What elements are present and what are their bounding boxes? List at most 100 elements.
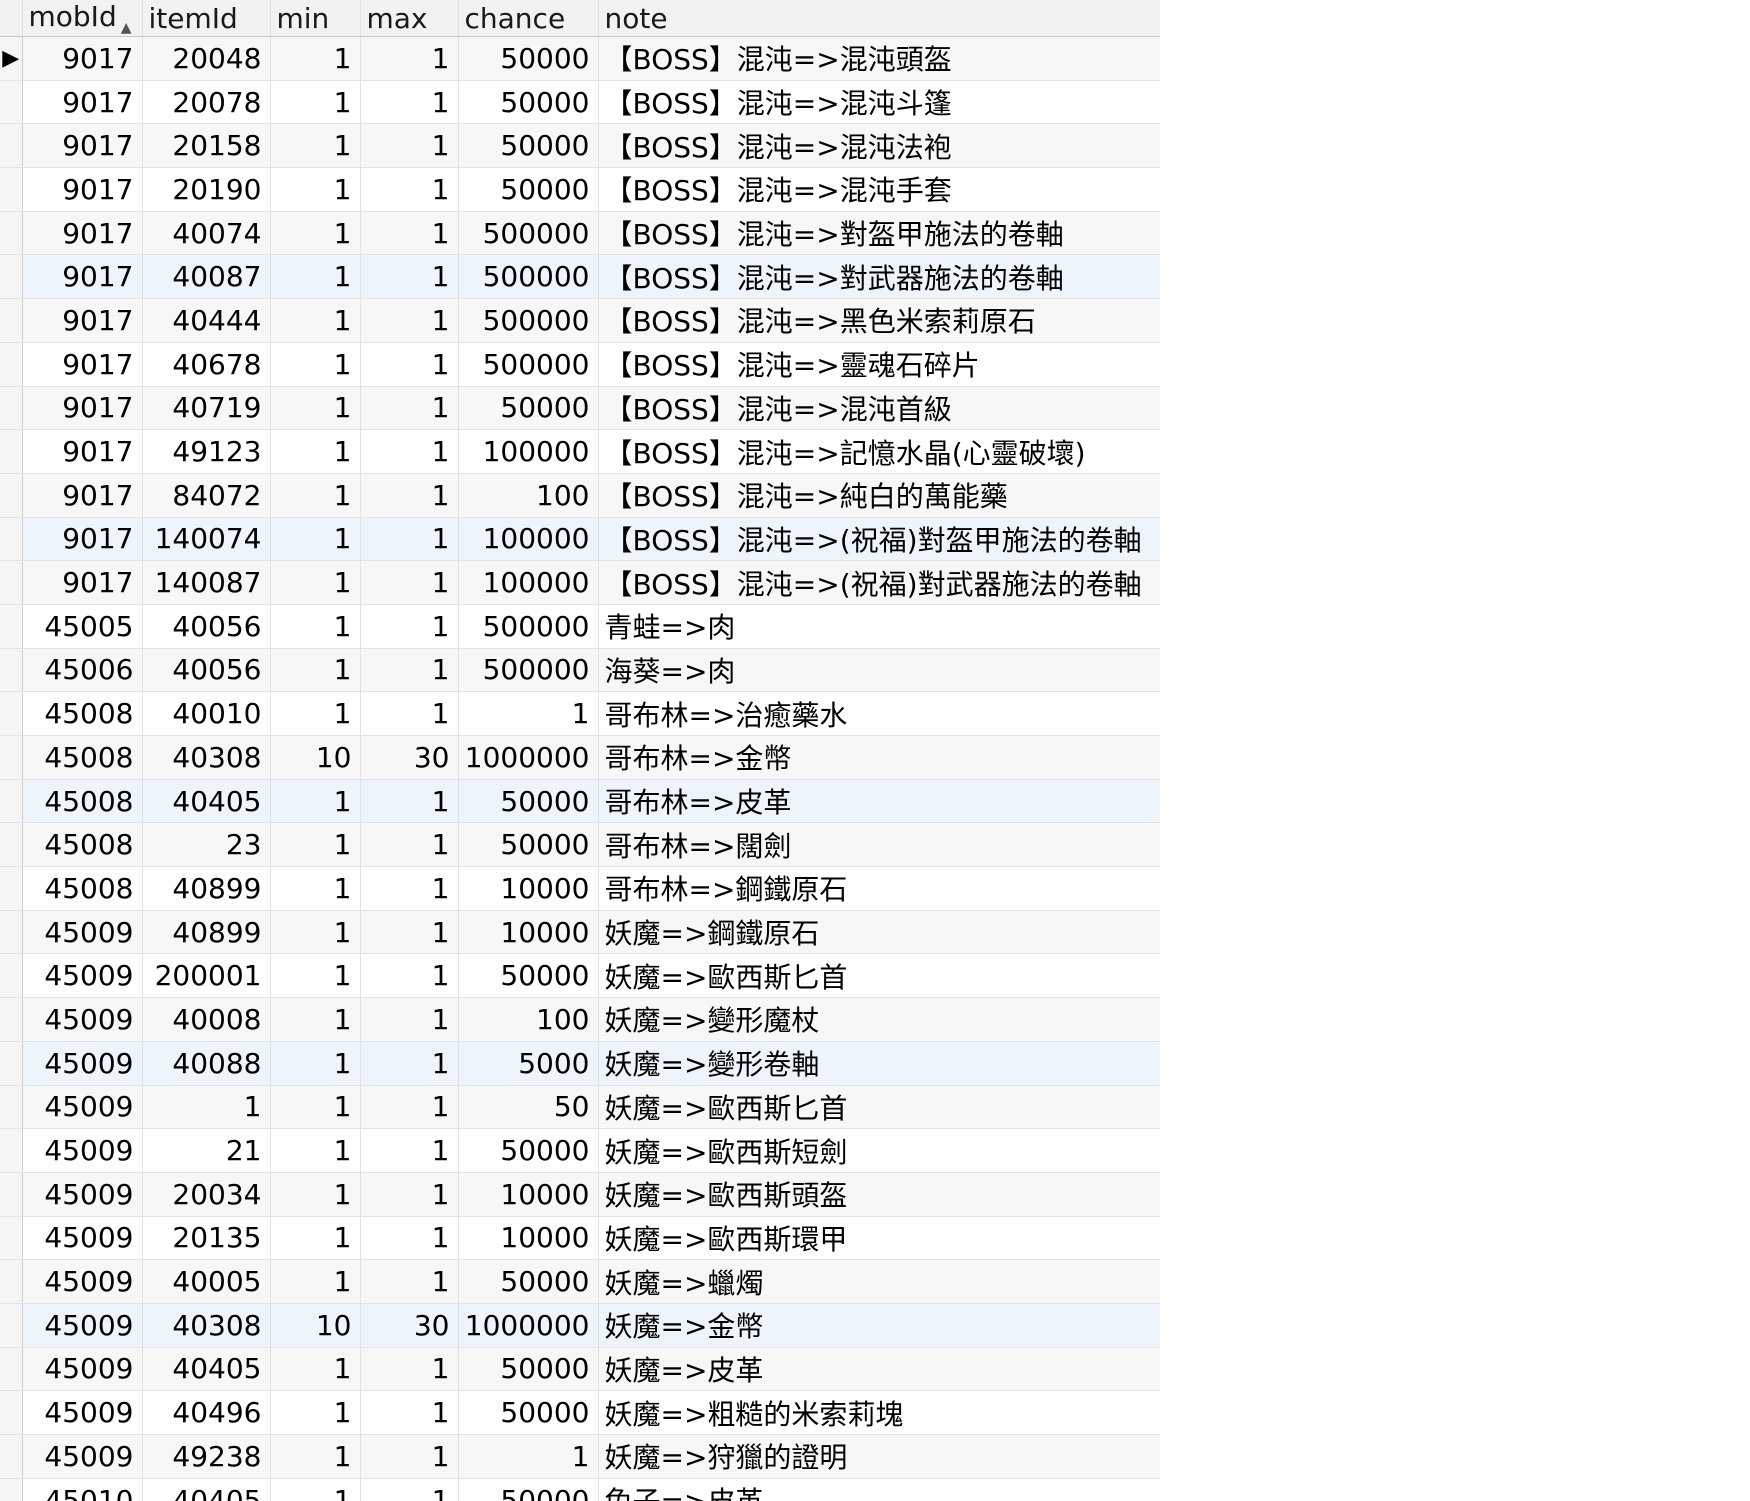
table-row[interactable]: 9017 40444 1 1 500000 【BOSS】混沌=>黑色米索莉原石: [0, 298, 1160, 343]
cell-chance[interactable]: 10000: [458, 910, 599, 955]
cell-note[interactable]: 【BOSS】混沌=>混沌手套: [598, 167, 1160, 212]
row-selector[interactable]: [0, 1172, 23, 1217]
row-selector[interactable]: [0, 254, 23, 300]
cell-note[interactable]: 【BOSS】混沌=>混沌首級: [598, 386, 1160, 431]
cell-chance[interactable]: 50000: [458, 386, 599, 431]
table-row[interactable]: 45010404051150000兔子=>皮革: [0, 1478, 1160, 1501]
row-selector[interactable]: [0, 429, 23, 474]
row-selector[interactable]: [0, 1216, 23, 1261]
cell-max[interactable]: 1: [360, 691, 459, 736]
cell-min[interactable]: 1: [270, 1259, 361, 1304]
table-row[interactable]: 45009 20135 1 1 10000 妖魔=>歐西斯環甲: [0, 1216, 1160, 1261]
cell-itemid[interactable]: 21: [142, 1128, 271, 1173]
table-row[interactable]: 45009 40308 10 30 1000000 妖魔=>金幣: [0, 1303, 1160, 1348]
table-row[interactable]: 9017 140074 1 1 100000 【BOSS】混沌=>(祝福)對盔甲施法的卷軸: [0, 517, 1160, 562]
cell-note[interactable]: 妖魔=>皮革: [598, 1347, 1160, 1392]
cell-itemid[interactable]: 1: [142, 1085, 271, 1130]
table-row[interactable]: 45006 40056 1 1 500000 海葵=>肉: [0, 648, 1160, 693]
cell-max[interactable]: 1: [360, 953, 459, 999]
cell-max[interactable]: 1: [360, 123, 459, 169]
cell-min[interactable]: 1: [270, 36, 361, 81]
table-row[interactable]: 45009 49238 1 1 1 妖魔=>狩獵的證明: [0, 1434, 1160, 1479]
row-selector[interactable]: [0, 648, 23, 693]
row-selector[interactable]: [0, 211, 23, 256]
cell-note[interactable]: 妖魔=>金幣: [598, 1303, 1160, 1348]
cell-mobid[interactable]: 45009: [22, 1347, 143, 1392]
table-row[interactable]: 9017 40678 1 1 500000 【BOSS】混沌=>靈魂石碎片: [0, 342, 1160, 387]
table-row[interactable]: 45009 40405 1 1 50000 妖魔=>皮革: [0, 1347, 1160, 1392]
cell-min[interactable]: 1: [270, 822, 361, 868]
cell-mobid[interactable]: 45009: [22, 997, 143, 1042]
cell-itemid[interactable]: 49123: [142, 429, 271, 474]
cell-note[interactable]: 哥布林=>闊劍: [598, 822, 1160, 868]
cell-mobid[interactable]: 9017: [22, 254, 143, 300]
cell-max[interactable]: 1: [360, 997, 459, 1042]
cell-max[interactable]: 1: [360, 604, 459, 649]
cell-min[interactable]: 1: [270, 473, 361, 518]
cell-chance[interactable]: 100000: [458, 560, 599, 605]
cell-chance[interactable]: 50000: [458, 123, 599, 169]
row-selector[interactable]: [0, 1390, 23, 1435]
cell-min[interactable]: 1: [270, 1216, 361, 1261]
cell-itemid[interactable]: 40056: [142, 604, 271, 649]
cell-mobid[interactable]: 9017: [22, 386, 143, 431]
cell-note[interactable]: 【BOSS】混沌=>黑色米索莉原石: [598, 298, 1160, 343]
cell-min[interactable]: 1: [270, 342, 361, 387]
cell-note[interactable]: 【BOSS】混沌=>混沌頭盔: [598, 36, 1160, 81]
cell-itemid[interactable]: 40308: [142, 735, 271, 780]
cell-max[interactable]: 1: [360, 429, 459, 474]
row-selector[interactable]: [0, 1303, 23, 1348]
cell-itemid[interactable]: 40678: [142, 342, 271, 387]
cell-min[interactable]: 1: [270, 1347, 361, 1392]
cell-min[interactable]: 1: [270, 298, 361, 343]
cell-note[interactable]: 哥布林=>皮革: [598, 779, 1160, 824]
cell-note[interactable]: 【BOSS】混沌=>對盔甲施法的卷軸: [598, 211, 1160, 256]
cell-mobid[interactable]: 45009: [22, 1303, 143, 1348]
cell-itemid[interactable]: 20158: [142, 123, 271, 169]
row-selector[interactable]: [0, 1085, 23, 1130]
cell-mobid[interactable]: 45009: [22, 1216, 143, 1261]
row-selector[interactable]: [0, 779, 23, 824]
cell-itemid[interactable]: 20034: [142, 1172, 271, 1217]
cell-itemid[interactable]: 40308: [142, 1303, 271, 1348]
cell-itemid[interactable]: 40088: [142, 1041, 271, 1086]
cell-max[interactable]: 1: [360, 822, 459, 868]
cell-note[interactable]: 妖魔=>蠟燭: [598, 1259, 1160, 1304]
cell-mobid[interactable]: 9017: [22, 211, 143, 256]
column-header-max[interactable]: max: [360, 0, 459, 37]
row-selector[interactable]: [0, 298, 23, 343]
cell-note[interactable]: 妖魔=>歐西斯匕首: [598, 1085, 1160, 1130]
cell-itemid[interactable]: 40056: [142, 648, 271, 693]
cell-note[interactable]: 哥布林=>鋼鐵原石: [598, 866, 1160, 911]
cell-mobid[interactable]: 45008: [22, 735, 143, 780]
column-header-chance[interactable]: chance: [458, 0, 599, 37]
table-row[interactable]: 45008 23 1 1 50000 哥布林=>闊劍: [0, 822, 1160, 868]
cell-itemid[interactable]: 84072: [142, 473, 271, 518]
row-selector[interactable]: [0, 691, 23, 736]
cell-itemid[interactable]: 23: [142, 822, 271, 868]
table-row[interactable]: 45009 21 1 1 50000 妖魔=>歐西斯短劍: [0, 1128, 1160, 1173]
cell-min[interactable]: 1: [270, 560, 361, 605]
cell-mobid[interactable]: 45009: [22, 953, 143, 999]
cell-max[interactable]: 1: [360, 1216, 459, 1261]
cell-note[interactable]: 海葵=>肉: [598, 648, 1160, 693]
cell-mobid[interactable]: 45010: [22, 1478, 143, 1501]
current-row-indicator-icon[interactable]: ▶: [0, 36, 23, 81]
table-row[interactable]: 45008 40405 1 1 50000 哥布林=>皮革: [0, 779, 1160, 824]
cell-itemid[interactable]: 20135: [142, 1216, 271, 1261]
row-selector[interactable]: [0, 1478, 23, 1501]
table-row[interactable]: 45009 40005 1 1 50000 妖魔=>蠟燭: [0, 1259, 1160, 1304]
cell-mobid[interactable]: 9017: [22, 560, 143, 605]
cell-mobid[interactable]: 9017: [22, 80, 143, 125]
table-row[interactable]: 9017 49123 1 1 100000 【BOSS】混沌=>記憶水晶(心靈破壞): [0, 429, 1160, 474]
row-selector[interactable]: [0, 866, 23, 911]
cell-max[interactable]: 1: [360, 1478, 459, 1501]
cell-itemid[interactable]: 40005: [142, 1259, 271, 1304]
cell-itemid[interactable]: 40496: [142, 1390, 271, 1435]
cell-chance[interactable]: 100: [458, 473, 599, 518]
cell-min[interactable]: 10: [270, 1303, 361, 1348]
table-row[interactable]: 45009 40496 1 1 50000 妖魔=>粗糙的米索莉塊: [0, 1390, 1160, 1435]
cell-mobid[interactable]: 45008: [22, 866, 143, 911]
table-row[interactable]: 9017 40074 1 1 500000 【BOSS】混沌=>對盔甲施法的卷軸: [0, 211, 1160, 256]
cell-note[interactable]: 【BOSS】混沌=>混沌法袍: [598, 123, 1160, 169]
